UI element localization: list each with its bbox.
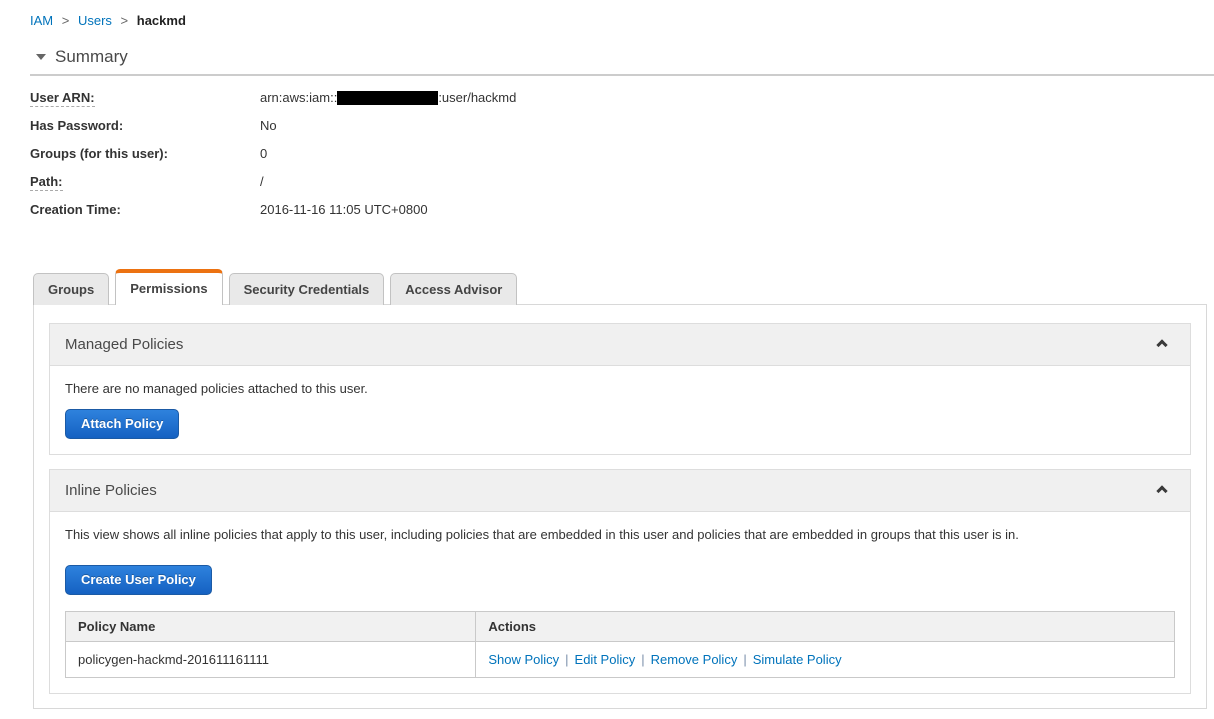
summary-field-creation-time: Creation Time: 2016-11-16 11:05 UTC+0800 [30,202,1214,218]
summary-field-has-password: Has Password: No [30,118,1214,134]
managed-policies-body: There are no managed policies attached t… [50,366,1190,454]
path-value: / [260,174,264,189]
table-header-row: Policy Name Actions [64,611,1175,642]
breadcrumb: IAM > Users > hackmd [30,13,1214,28]
inline-policies-table: Policy Name Actions policygen-hackmd-201… [64,611,1175,678]
managed-policies-header[interactable]: Managed Policies [50,324,1190,366]
caret-down-icon [36,54,46,60]
column-header-policy-name: Policy Name [64,611,477,642]
summary-title: Summary [55,47,128,66]
managed-policies-title: Managed Policies [65,336,184,353]
permissions-tab-content: Managed Policies There are no managed po… [33,304,1207,709]
remove-policy-link[interactable]: Remove Policy [651,652,738,667]
create-user-policy-button[interactable]: Create User Policy [65,565,212,595]
field-label: Path: [30,174,63,191]
table-row: policygen-hackmd-201611161111 Show Polic… [64,641,1175,678]
user-arn-value: arn:aws:iam:::user/hackmd [260,90,517,105]
show-policy-link[interactable]: Show Policy [488,652,559,667]
managed-policies-panel: Managed Policies There are no managed po… [49,323,1191,455]
chevron-up-icon[interactable] [1156,485,1168,497]
summary-field-groups: Groups (for this user): 0 [30,146,1214,162]
inline-policies-header[interactable]: Inline Policies [50,470,1190,512]
groups-count-value: 0 [260,146,268,161]
breadcrumb-link-users[interactable]: Users [78,13,112,28]
actions-cell: Show Policy | Edit Policy | Remove Policy | Si… [475,641,1175,678]
tab-access-advisor[interactable]: Access Advisor [390,273,518,305]
summary-section-toggle[interactable]: Summary [36,47,1214,67]
redacted-account-id [337,91,439,105]
creation-time-value: 2016-11-16 11:05 UTC+0800 [260,202,428,217]
field-label: User ARN: [30,90,95,107]
breadcrumb-separator-icon: > [120,13,129,28]
inline-policies-title: Inline Policies [65,482,157,499]
summary-field-path: Path: / [30,174,1214,191]
summary-field-user-arn: User ARN: arn:aws:iam:::user/hackmd [30,90,1214,107]
breadcrumb-link-iam[interactable]: IAM [30,13,53,28]
field-label: Creation Time: [30,202,121,217]
inline-policies-description: This view shows all inline policies that… [65,527,1019,542]
tab-bar: Groups Permissions Security Credentials … [0,269,1214,305]
breadcrumb-current-user: hackmd [136,13,186,28]
column-header-actions: Actions [475,611,1175,642]
inline-policies-body: This view shows all inline policies that… [50,512,1190,693]
simulate-policy-link[interactable]: Simulate Policy [753,652,842,667]
field-label: Has Password: [30,118,124,133]
summary-fields: User ARN: arn:aws:iam:::user/hackmd Has … [30,90,1214,218]
edit-policy-link[interactable]: Edit Policy [575,652,636,667]
inline-policies-panel: Inline Policies This view shows all inli… [49,469,1191,694]
iam-user-detail-page: IAM > Users > hackmd Summary User ARN: a… [0,0,1214,709]
has-password-value: No [260,118,277,133]
summary-divider [30,74,1214,76]
tab-security-credentials[interactable]: Security Credentials [228,273,385,305]
managed-policies-empty-text: There are no managed policies attached t… [65,381,368,396]
policy-name-cell: policygen-hackmd-201611161111 [64,641,477,678]
field-label: Groups (for this user): [30,146,168,161]
action-separator: | [641,652,645,667]
tab-groups[interactable]: Groups [33,273,110,305]
action-separator: | [565,652,569,667]
chevron-up-icon[interactable] [1156,339,1168,351]
action-separator: | [743,652,747,667]
breadcrumb-separator-icon: > [61,13,70,28]
tab-permissions[interactable]: Permissions [115,269,223,305]
attach-policy-button[interactable]: Attach Policy [65,409,180,439]
